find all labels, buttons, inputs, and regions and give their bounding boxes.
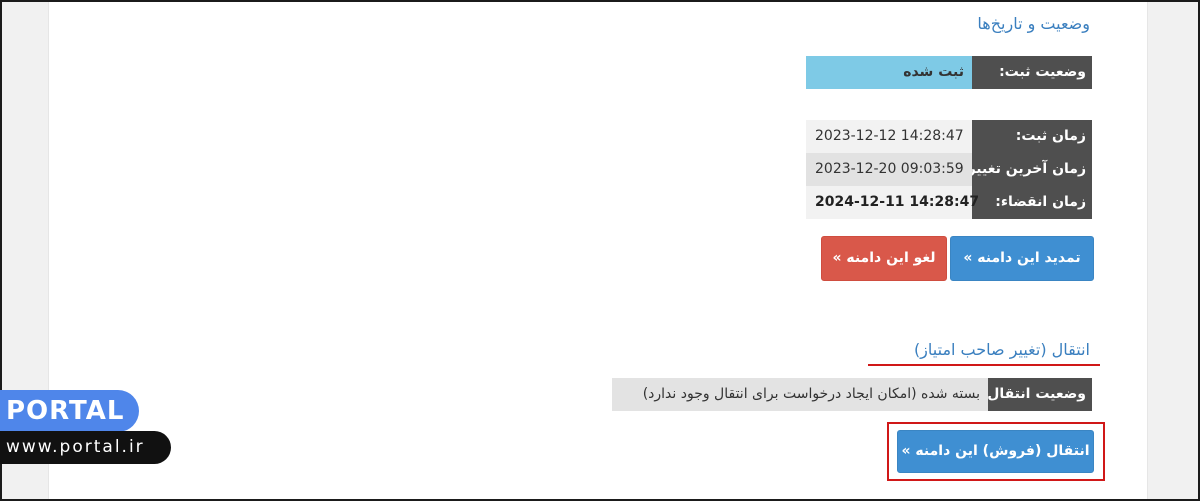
transfer-section-title: انتقال (تغییر صاحب امتیاز) [913,340,1090,359]
created-date-label: زمان ثبت: [972,120,1092,153]
renew-domain-button[interactable]: تمدید این دامنه » [950,236,1094,281]
portal-logo-badge: PORTAL [0,390,139,432]
status-section-title: وضعیت و تاریخ‌ها [977,14,1090,33]
expiry-date-value: 2024-12-11 14:28:47 [806,186,979,219]
reg-status-label: وضعیت ثبت: [972,56,1092,89]
title-highlight-underline [868,364,1100,366]
expiry-date-label: زمان انقضاء: [972,186,1092,219]
created-date-value: 2023-12-12 14:28:47 [806,120,972,153]
modified-date-label: زمان آخرین تغییر: [962,153,1092,186]
reg-status-value: ثبت شده [806,56,972,89]
transfer-status-value: بسته شده (امکان ایجاد درخواست برای انتقا… [612,378,988,411]
transfer-status-label: وضعیت انتقال: [982,378,1092,411]
modified-date-value: 2023-12-20 09:03:59 [806,153,972,186]
cancel-domain-button[interactable]: لغو این دامنه » [821,236,947,281]
portal-url-badge: www.portal.ir [0,431,171,464]
transfer-domain-button[interactable]: انتقال (فروش) این دامنه » [897,430,1094,473]
